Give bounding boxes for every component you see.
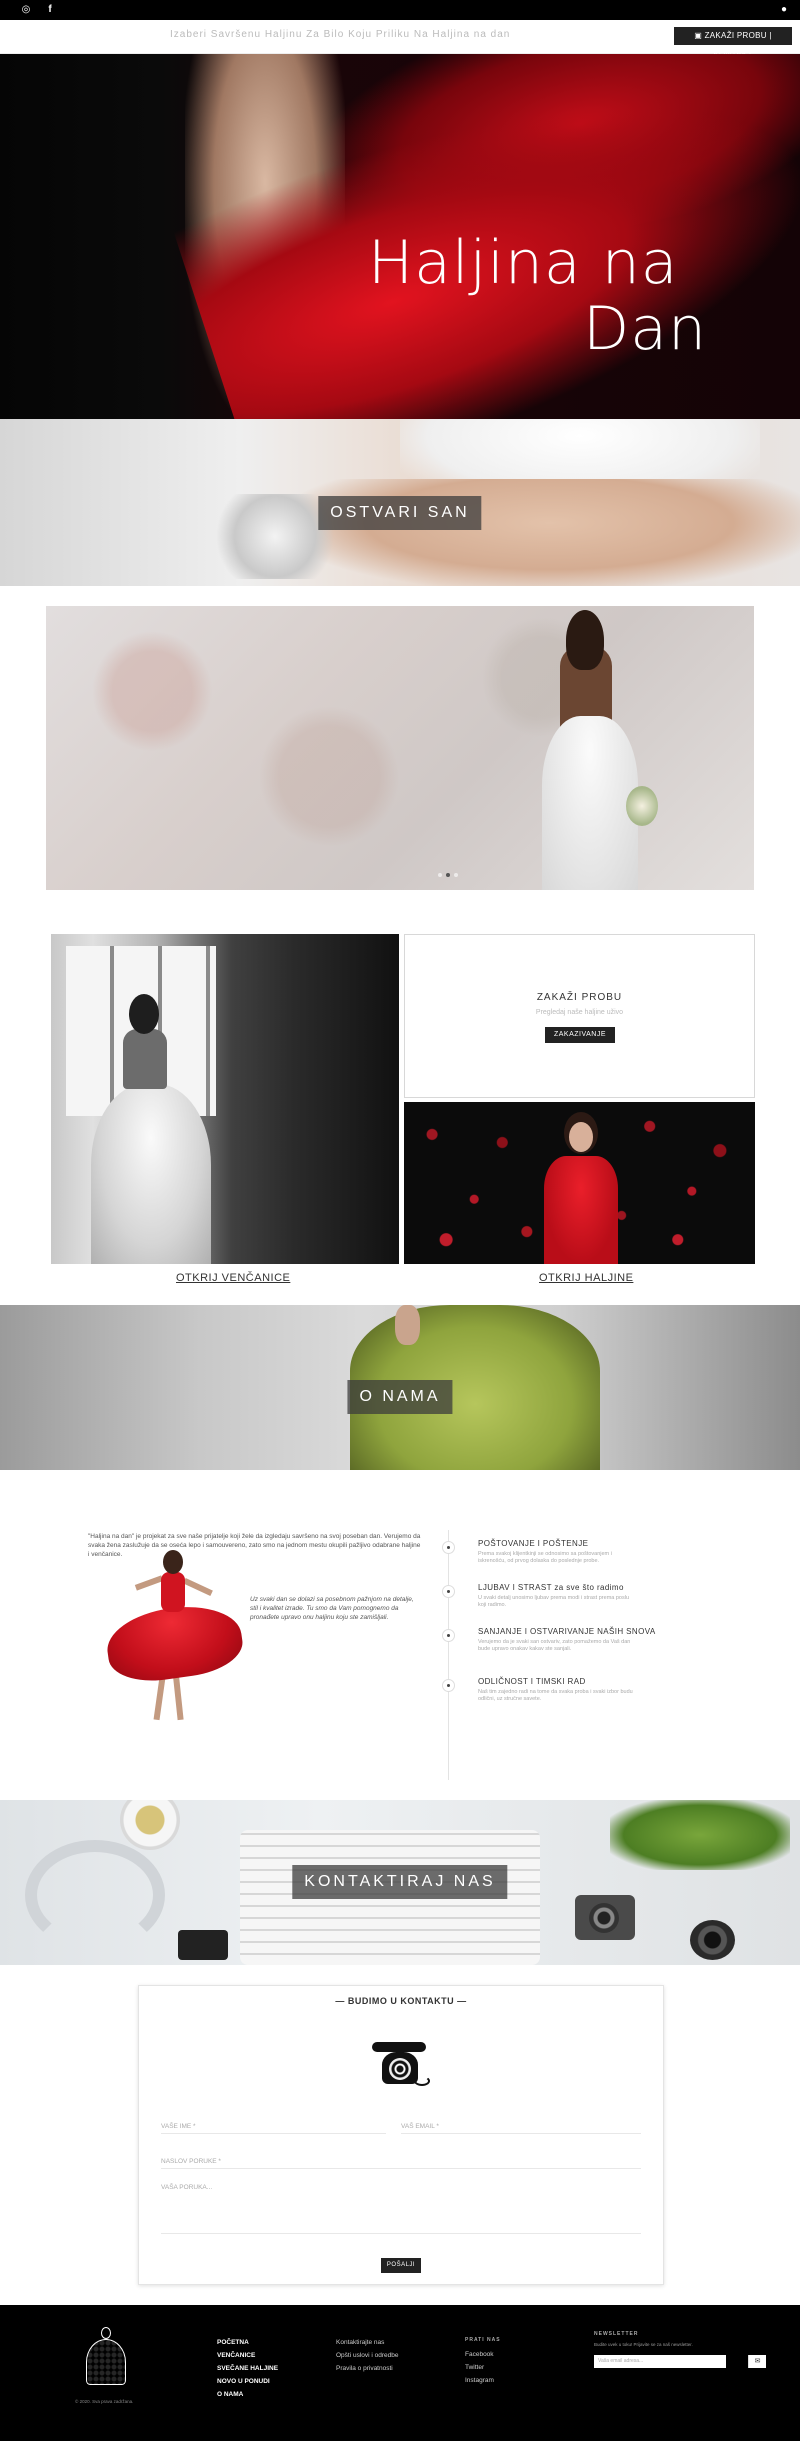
- slider-dots: [438, 873, 458, 877]
- timeline-desc-4: Naš tim zajedno radi na tome da svaka pr…: [478, 1689, 633, 1702]
- user-icon[interactable]: ●: [778, 4, 790, 16]
- banner-plant: [610, 1800, 790, 1870]
- banner-coffee-cup: [120, 1800, 180, 1850]
- footer-copyright: © 2020. Sva prava zadržana.: [75, 2399, 134, 2404]
- promo-ticker: Izaberi Savršenu Haljinu Za Bilo Koju Pr…: [170, 29, 511, 40]
- footer-link-privacy[interactable]: Pravila o privatnosti: [336, 2362, 399, 2375]
- subject-field[interactable]: NASLOV PORUKE *: [161, 2158, 641, 2169]
- discover-wedding-dresses-link[interactable]: OTKRIJ VENČANICE: [176, 1272, 290, 1284]
- discover-dresses-link[interactable]: OTKRIJ HALJINE: [539, 1272, 633, 1284]
- hero-title-line1: Haljina na: [368, 228, 679, 298]
- newsletter-email-input[interactable]: Vaša email adresa...: [594, 2355, 726, 2368]
- contact-banner-label[interactable]: KONTAKTIRAJ NAS: [292, 1865, 508, 1899]
- name-field[interactable]: VAŠE IME *: [161, 2123, 386, 2134]
- timeline-line: [448, 1530, 449, 1780]
- footer-nav-home[interactable]: POČETNA: [217, 2336, 278, 2349]
- footer: © 2020. Sva prava zadržana. POČETNA VENČ…: [0, 2305, 800, 2441]
- footer-logo[interactable]: [82, 2327, 130, 2389]
- book-fitting-button[interactable]: ZAKAZIVANJE: [545, 1027, 615, 1043]
- about-banner-label[interactable]: O NAMA: [347, 1380, 453, 1414]
- about-banner: O NAMA: [0, 1305, 800, 1470]
- timeline-desc-3: Verujemo da je svaki san ostvariv, zato …: [478, 1639, 631, 1652]
- facebook-icon[interactable]: f: [44, 4, 56, 16]
- footer-links: Kontaktirajte nas Opšti uslovi i odredbe…: [336, 2336, 399, 2375]
- footer-social-instagram[interactable]: Instagram: [465, 2374, 494, 2387]
- timeline-title-1: POŠTOVANJE I POŠTENJE: [478, 1539, 589, 1548]
- contact-heading: — BUDIMO U KONTAKTU —: [335, 1996, 467, 2006]
- footer-nav: POČETNA VENČANICE SVEČANE HALJINE NOVO U…: [217, 2336, 278, 2401]
- book-fitting-contact-button[interactable]: ▣ ZAKAŽI PROBU | KONTAKT: [674, 27, 792, 58]
- banner-hand: [395, 1305, 420, 1345]
- timeline-marker: [442, 1629, 455, 1642]
- dancer-red-dress-image: [95, 1550, 247, 1725]
- contact-banner: KONTAKTIRAJ NAS: [0, 1800, 800, 1965]
- slider-dot-active[interactable]: [446, 873, 450, 877]
- footer-nav-wedding-dresses[interactable]: VENČANICE: [217, 2349, 278, 2362]
- footer-social-facebook[interactable]: Facebook: [465, 2348, 494, 2361]
- banner-lens: [690, 1920, 735, 1960]
- book-fitting-title: ZAKAŽI PROBU: [536, 992, 623, 1003]
- footer-nav-evening-dresses[interactable]: SVEČANE HALJINE: [217, 2362, 278, 2375]
- header-row: Izaberi Savršenu Haljinu Za Bilo Koju Pr…: [0, 20, 800, 58]
- banner-camera: [575, 1895, 635, 1940]
- dream-banner: OSTVARI SAN: [0, 419, 800, 586]
- timeline-desc-1: Prema svakoj klijentkinji se odnosimo sa…: [478, 1551, 612, 1564]
- footer-link-terms[interactable]: Opšti uslovi i odredbe: [336, 2349, 399, 2362]
- book-fitting-subtitle: Pregledaj naše haljine uživo: [535, 1009, 624, 1016]
- footer-social: Facebook Twitter Instagram: [465, 2348, 494, 2387]
- timeline-marker: [442, 1541, 455, 1554]
- instagram-icon[interactable]: ◎: [20, 4, 32, 16]
- timeline-marker: [442, 1585, 455, 1598]
- hero-title: Haljina na Dan: [368, 230, 707, 362]
- footer-nav-new[interactable]: NOVO U PONUDI: [217, 2375, 278, 2388]
- dresses-image[interactable]: [404, 1102, 755, 1264]
- mail-icon[interactable]: ✉: [748, 2355, 766, 2368]
- timeline-marker: [442, 1679, 455, 1692]
- banner-jewel-image: [215, 494, 335, 579]
- email-field[interactable]: VAŠ EMAIL *: [401, 2123, 641, 2134]
- send-button[interactable]: POŠALJI: [381, 2258, 421, 2273]
- hero-banner: Haljina na Dan: [0, 54, 800, 419]
- newsletter-text: Budite uvek u toku! Prijavite se za naš …: [594, 2342, 693, 2347]
- about-quote: Uz svaki dan se dolazi sa posebnom pažnj…: [250, 1596, 414, 1621]
- footer-follow-heading: PRATI NAS: [465, 2337, 501, 2343]
- hero-title-line2: Dan: [583, 294, 707, 364]
- slider-dot[interactable]: [454, 873, 458, 877]
- timeline-title-3: SANJANJE I OSTVARIVANJE NAŠIH SNOVA: [478, 1627, 656, 1636]
- timeline-title-2: LJUBAV I STRAST za sve što radimo: [478, 1583, 624, 1592]
- banner-headphones: [25, 1840, 165, 1950]
- timeline-title-4: ODLIČNOST I TIMSKI RAD: [478, 1677, 586, 1686]
- top-bar: ◎ f ●: [0, 0, 800, 20]
- contact-form: — BUDIMO U KONTAKTU — VAŠE IME * VAŠ EMA…: [138, 1985, 664, 2285]
- slider-dot[interactable]: [438, 873, 442, 877]
- footer-link-contact[interactable]: Kontaktirajte nas: [336, 2336, 399, 2349]
- wedding-dresses-image[interactable]: [51, 934, 399, 1264]
- calendar-icon: ▣: [694, 31, 705, 40]
- banner-phone: [178, 1930, 228, 1960]
- image-slider[interactable]: [46, 606, 754, 890]
- book-fitting-card: ZAKAŽI PROBU Pregledaj naše haljine uživ…: [404, 934, 755, 1098]
- timeline-desc-2: U svaki detalj unosimo ljubav prema modi…: [478, 1595, 630, 1608]
- slider-bride-image: [524, 606, 658, 890]
- footer-nav-about[interactable]: O NAMA: [217, 2388, 278, 2401]
- footer-social-twitter[interactable]: Twitter: [465, 2361, 494, 2374]
- telephone-icon: [372, 2036, 430, 2088]
- dream-banner-label[interactable]: OSTVARI SAN: [318, 496, 482, 530]
- newsletter-heading: NEWSLETTER: [594, 2331, 639, 2337]
- message-field[interactable]: VAŠA PORUKA...: [161, 2184, 641, 2234]
